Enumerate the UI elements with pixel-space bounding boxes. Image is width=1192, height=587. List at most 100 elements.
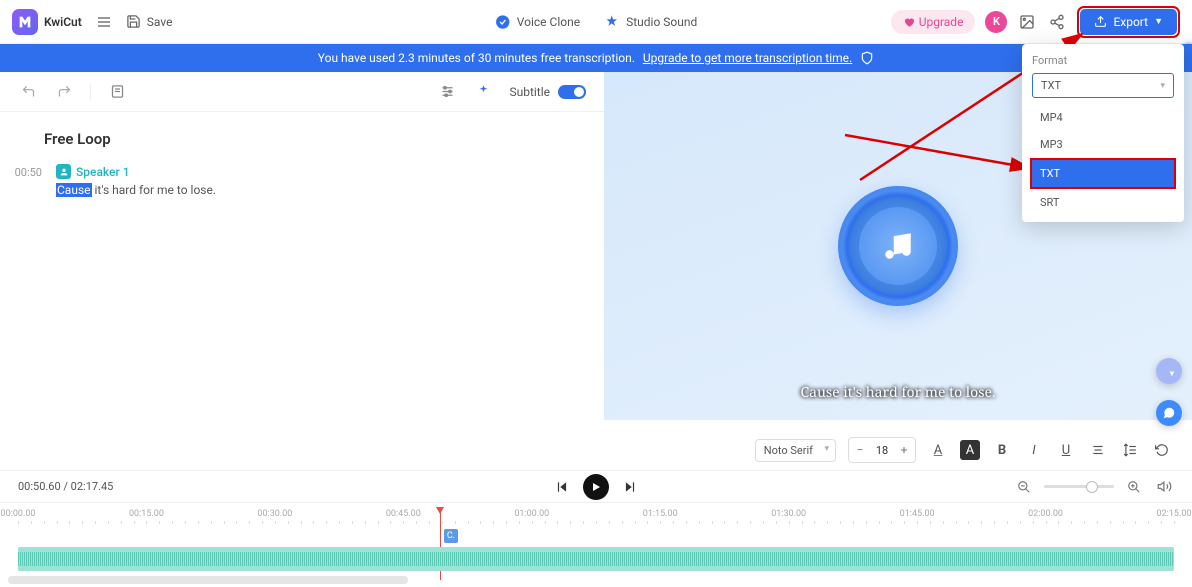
export-highlight: Export ▼ [1077, 6, 1180, 38]
ruler-label: 01:15.00 [643, 509, 678, 519]
format-value: TXT [1041, 79, 1061, 92]
time-display: 00:50.60 / 02:17.45 [18, 480, 113, 493]
export-icon [1094, 15, 1107, 28]
float-translate-icon[interactable] [1156, 358, 1182, 384]
font-select[interactable]: Noto Serif [755, 439, 836, 462]
menu-icon[interactable] [96, 14, 112, 30]
export-label: Export [1113, 15, 1148, 29]
size-decrease[interactable]: − [849, 438, 871, 462]
studio-sound-tool[interactable]: Studio Sound [604, 14, 697, 30]
format-option-txt[interactable]: TXT [1030, 158, 1176, 189]
line-spacing-icon[interactable] [1120, 440, 1140, 460]
transcript: Free Loop 00:50 Speaker 1 Cause it's har… [0, 112, 604, 207]
app-name: KwiCut [44, 15, 82, 29]
save-label: Save [147, 15, 173, 29]
banner-link[interactable]: Upgrade to get more transcription time. [643, 51, 852, 65]
format-option-mp3[interactable]: MP3 [1032, 131, 1174, 158]
next-button[interactable] [623, 480, 637, 494]
save-button[interactable]: Save [126, 14, 173, 29]
subtitle-toggle[interactable]: Subtitle [509, 85, 586, 99]
studio-sound-icon [604, 14, 620, 30]
adjust-icon[interactable] [437, 82, 457, 102]
float-chat-icon[interactable] [1156, 400, 1182, 426]
left-pane: Subtitle Free Loop 00:50 Speaker 1 Cause… [0, 72, 604, 470]
center-tools: Voice Clone Studio Sound [495, 14, 697, 30]
chevron-down-icon: ▼ [1154, 16, 1163, 27]
music-note-icon [881, 229, 915, 263]
text-toolbar: Noto Serif − 18 + A A B I U [604, 430, 1192, 470]
format-label: Format [1032, 54, 1174, 67]
avatar[interactable]: K [985, 11, 1007, 33]
play-controls [555, 474, 637, 500]
speaker-icon [56, 164, 71, 179]
format-input[interactable]: TXT ▾ [1032, 73, 1174, 98]
size-value: 18 [871, 444, 893, 457]
italic-icon[interactable]: I [1024, 440, 1044, 460]
heart-icon [903, 16, 915, 28]
format-option-srt[interactable]: SRT [1032, 189, 1174, 216]
format-list: MP4MP3TXTSRT [1032, 104, 1174, 216]
ruler-label: 00:30.00 [257, 509, 292, 519]
media-icon[interactable] [1017, 12, 1037, 32]
text-bg-icon[interactable]: A [960, 440, 980, 460]
ruler: 00:00.0000:15.0000:30.0000:45.0001:00.00… [18, 509, 1174, 525]
zoom-in-icon[interactable] [1124, 477, 1144, 497]
note-icon[interactable] [107, 82, 127, 102]
shield-icon [860, 51, 874, 65]
volume-icon[interactable] [1154, 477, 1174, 497]
left-toolbar: Subtitle [0, 72, 604, 112]
voice-clone-icon [495, 14, 511, 30]
main-area: Subtitle Free Loop 00:50 Speaker 1 Cause… [0, 72, 1192, 470]
bold-icon[interactable]: B [992, 440, 1012, 460]
zoom-controls [1014, 477, 1174, 497]
highlighted-word: Cause [56, 183, 92, 197]
timeline[interactable]: 00:00.0000:15.0000:30.0000:45.0001:00.00… [0, 502, 1192, 586]
clip-marker[interactable]: C. [444, 529, 458, 543]
toggle-switch[interactable] [558, 85, 586, 99]
reset-icon[interactable] [1152, 440, 1172, 460]
zoom-out-icon[interactable] [1014, 477, 1034, 497]
right-tools: Upgrade K Export ▼ [891, 6, 1180, 38]
format-option-mp4[interactable]: MP4 [1032, 104, 1174, 131]
prev-button[interactable] [555, 480, 569, 494]
font-size-stepper: − 18 + [848, 437, 916, 463]
timestamp: 00:50 [12, 164, 42, 179]
format-panel: Format TXT ▾ MP4MP3TXTSRT [1022, 44, 1184, 222]
ruler-label: 02:00.00 [1028, 509, 1063, 519]
magic-icon[interactable] [473, 82, 493, 102]
chevron-down-icon: ▾ [1160, 81, 1165, 91]
audio-track[interactable] [18, 547, 1174, 571]
banner-edge [1186, 44, 1192, 72]
zoom-slider[interactable] [1044, 485, 1114, 488]
horizontal-scrollbar[interactable] [8, 576, 408, 584]
transcript-text[interactable]: Cause it's hard for me to lose. [56, 183, 580, 197]
speaker-name: Speaker 1 [76, 165, 130, 179]
ruler-label: 00:45.00 [386, 509, 421, 519]
voice-clone-label: Voice Clone [517, 15, 580, 29]
top-bar: KwiCut Save Voice Clone Studio Sound Upg… [0, 0, 1192, 44]
text-color-icon[interactable]: A [928, 440, 948, 460]
upgrade-label: Upgrade [919, 15, 964, 29]
total-time: 02:17.45 [71, 480, 114, 493]
studio-sound-label: Studio Sound [626, 15, 697, 29]
ruler-label: 00:00.00 [1, 509, 36, 519]
size-increase[interactable]: + [893, 438, 915, 462]
current-time: 00:50.60 [18, 480, 61, 493]
app-logo [12, 9, 38, 35]
speaker-label[interactable]: Speaker 1 [56, 164, 580, 179]
voice-clone-tool[interactable]: Voice Clone [495, 14, 580, 30]
divider [90, 84, 91, 100]
subtitle-label: Subtitle [509, 85, 550, 99]
ruler-label: 01:30.00 [771, 509, 806, 519]
undo-icon[interactable] [18, 82, 38, 102]
align-icon[interactable] [1088, 440, 1108, 460]
underline-icon[interactable]: U [1056, 440, 1076, 460]
upgrade-button[interactable]: Upgrade [891, 10, 976, 34]
export-button[interactable]: Export ▼ [1080, 9, 1177, 35]
preview-caption: Cause it's hard for me to lose. [604, 383, 1192, 402]
play-button[interactable] [583, 474, 609, 500]
ruler-label: 01:00.00 [514, 509, 549, 519]
redo-icon[interactable] [54, 82, 74, 102]
share-icon[interactable] [1047, 12, 1067, 32]
banner-text: You have used 2.3 minutes of 30 minutes … [318, 51, 635, 65]
